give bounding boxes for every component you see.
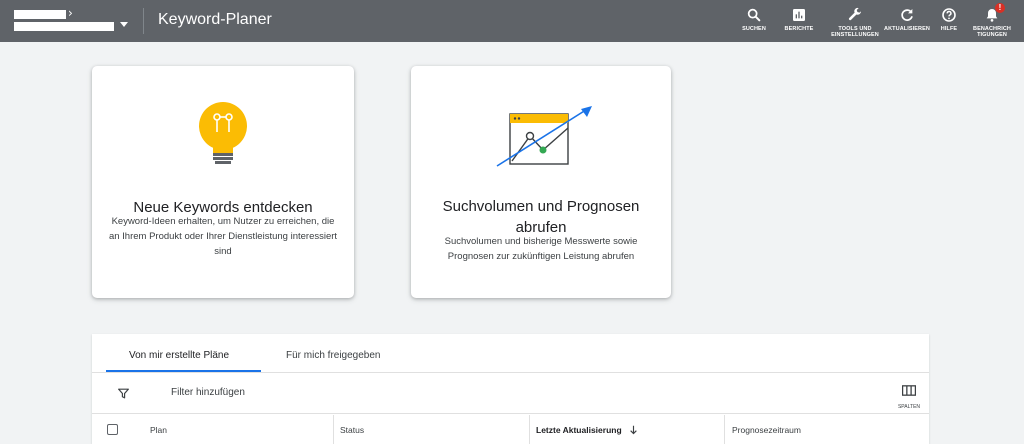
account-selector[interactable]: ›	[14, 6, 132, 35]
tools-settings-label: TOOLS UND EINSTELLUNGEN	[831, 26, 879, 38]
card-description: Keyword-Ideen erhalten, um Nutzer zu err…	[108, 216, 338, 257]
help-icon	[942, 8, 956, 22]
plans-tabs: Von mir erstellte Pläne Für mich freigeg…	[92, 334, 929, 373]
redacted-account-name	[14, 10, 66, 19]
search-volume-card[interactable]: Suchvolumen und Prognosen abrufen Suchvo…	[411, 66, 671, 298]
refresh-icon	[901, 9, 913, 21]
column-divider	[529, 415, 530, 444]
tab-my-plans[interactable]: Von mir erstellte Pläne	[129, 350, 229, 361]
sort-arrow-down-icon	[630, 425, 637, 435]
column-header-plan[interactable]: Plan	[150, 415, 167, 444]
notification-badge: !	[995, 3, 1005, 13]
app-title: Keyword-Planer	[158, 11, 272, 28]
trend-chart-icon	[496, 106, 592, 167]
reports-label: BERICHTE	[784, 26, 814, 32]
wrench-icon	[848, 7, 862, 21]
reports-button[interactable]: BERICHTE	[772, 7, 826, 32]
top-bar: › Keyword-Planer SUCHEN BERICHTE TOOLS U…	[0, 0, 1024, 42]
lightbulb-icon	[199, 102, 247, 164]
column-divider	[724, 415, 725, 444]
card-description: Suchvolumen und bisherige Messwerte sowi…	[444, 236, 638, 262]
redacted-account-id	[14, 22, 114, 31]
column-header-last-updated[interactable]: Letzte Aktualisierung	[536, 415, 638, 444]
discover-keywords-card[interactable]: Neue Keywords entdecken Keyword-Ideen er…	[92, 66, 354, 298]
add-filter-button[interactable]: Filter hinzufügen	[171, 387, 245, 398]
search-icon	[747, 8, 761, 22]
select-all-checkbox[interactable]	[107, 424, 118, 435]
chevron-right-icon: ›	[68, 6, 73, 20]
column-divider	[333, 415, 334, 444]
plans-panel: Von mir erstellte Pläne Für mich freigeg…	[92, 334, 929, 444]
notifications-button[interactable]: ! BENACHRICHTIGUNGEN	[965, 3, 1019, 38]
notifications-label: BENACHRICHTIGUNGEN	[973, 26, 1011, 38]
tools-settings-button[interactable]: TOOLS UND EINSTELLUNGEN	[828, 7, 882, 38]
columns-label: SPALTEN	[897, 404, 921, 410]
column-header-forecast-period[interactable]: Prognosezeitraum	[732, 415, 801, 444]
column-header-status[interactable]: Status	[340, 415, 364, 444]
filter-icon[interactable]	[117, 387, 130, 400]
reports-icon	[793, 9, 805, 21]
active-tab-indicator	[106, 370, 261, 372]
filter-row: Filter hinzufügen SPALTEN	[92, 374, 929, 414]
card-title: Suchvolumen und Prognosen abrufen	[442, 198, 640, 236]
columns-icon	[901, 385, 917, 396]
header-divider	[143, 8, 144, 34]
tab-shared-with-me[interactable]: Für mich freigegeben	[286, 350, 381, 361]
caret-down-icon[interactable]	[120, 22, 128, 27]
columns-button[interactable]: SPALTEN	[895, 383, 923, 410]
column-header-last-updated-label: Letzte Aktualisierung	[536, 425, 622, 435]
table-header-row: Plan Status Letzte Aktualisierung Progno…	[92, 415, 929, 444]
